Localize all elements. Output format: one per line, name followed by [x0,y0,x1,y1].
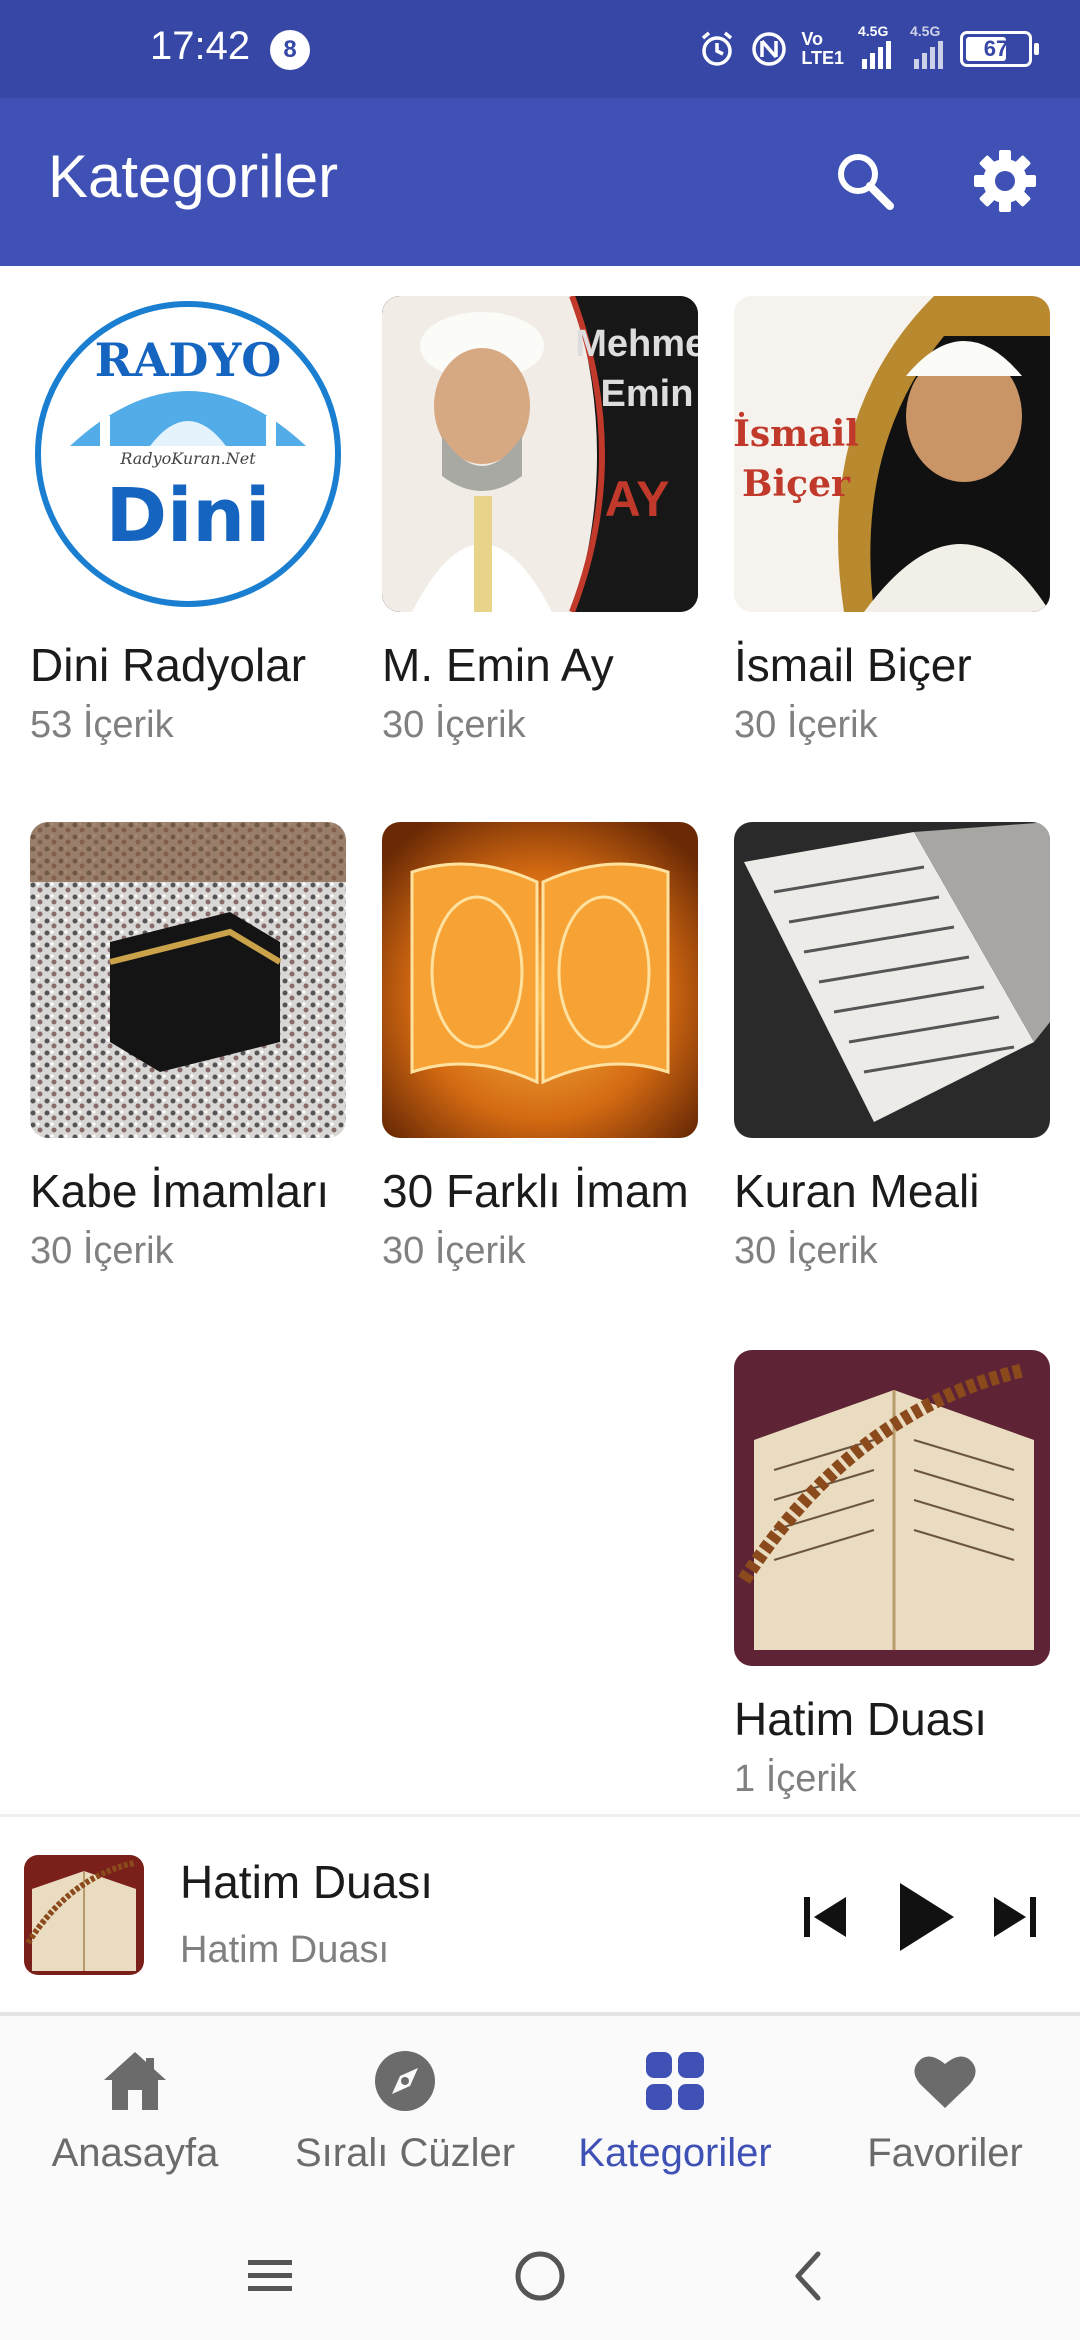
menu-icon[interactable] [240,2246,300,2306]
category-thumbnail: Mehmet Emin AY [382,296,698,612]
category-count: 30 İçerik [382,1230,526,1272]
battery-level: 67 [983,36,1009,61]
category-card[interactable]: İsmail Biçer İsmail Biçer 30 İçerik [734,296,1050,747]
notification-badge: 8 [270,30,310,70]
logo-text-main: Dini [106,473,271,559]
status-time: 17:42 [150,24,251,68]
nav-label: Favoriler [867,2131,1023,2175]
app-bar: Kategoriler [0,98,1080,266]
nav-label: Anasayfa [51,2131,219,2175]
heart-icon [914,2056,976,2108]
category-title: M. Emin Ay [382,639,614,691]
status-icons: Vo LTE1 4.5G 4.5G 67 [697,22,1039,76]
nav-item-ordered-juz[interactable]: Sıralı Cüzler [270,2046,540,2176]
search-icon[interactable] [830,146,900,216]
category-card[interactable]: Hatim Duası 1 İçerik [734,1350,1050,1801]
category-count: 30 İçerik [734,1230,878,1272]
skip-previous-icon[interactable] [800,1887,850,1947]
category-card[interactable]: RADYO RadyoKuran.Net Dini Dini Radyolar … [30,296,346,747]
signal-icon-1: 4.5G [856,23,896,71]
nav-item-favorites[interactable]: Favoriler [810,2046,1080,2176]
volte-indicator: Vo LTE1 [801,30,844,68]
signal-icon-2: 4.5G [908,23,948,71]
settings-icon[interactable] [970,146,1040,216]
category-thumbnail [734,822,1050,1138]
category-count: 30 İçerik [30,1230,174,1272]
category-count: 53 İçerik [30,704,174,746]
back-icon[interactable] [780,2246,840,2306]
nav-item-home[interactable]: Anasayfa [0,2046,270,2176]
category-card[interactable]: Kuran Meali 30 İçerik [734,822,1050,1273]
category-title: Kabe İmamları [30,1165,330,1217]
category-count: 30 İçerik [734,704,878,746]
category-thumbnail [382,822,698,1138]
grid-icon [646,2052,704,2110]
category-title: Dini Radyolar [30,639,307,691]
nav-label: Kategoriler [578,2131,772,2175]
play-icon[interactable] [890,1877,960,1957]
battery-icon: 67 [960,31,1039,67]
category-thumbnail [734,1350,1050,1666]
nav-label: Sıralı Cüzler [294,2131,516,2175]
overlay-text: Mehmet [575,323,698,365]
page-title: Kategoriler [48,143,339,210]
home-button-icon[interactable] [510,2246,570,2306]
category-count: 1 İçerik [734,1758,857,1800]
player-subtitle: Hatim Duası [180,1929,390,1971]
bottom-navigation: Anasayfa Sıralı Cüzler Kategoriler Favor… [0,2016,1080,2206]
category-thumbnail: İsmail Biçer [734,296,1050,612]
volte-label: Vo [801,29,823,49]
category-card[interactable]: Kabe İmamları 30 İçerik [30,822,346,1273]
mini-player[interactable]: Hatim Duası Hatim Duası [0,1814,1080,2016]
skip-next-icon[interactable] [990,1887,1040,1947]
category-title: 30 Farklı İmam [382,1165,689,1217]
nav-item-categories[interactable]: Kategoriler [540,2046,810,2176]
overlay-text: Biçer [742,463,851,505]
category-title: Hatim Duası [734,1693,988,1745]
player-title: Hatim Duası [180,1856,434,1908]
overlay-text: AY [605,471,670,527]
logo-text-mid: RadyoKuran.Net [119,449,256,468]
category-card[interactable]: Mehmet Emin AY M. Emin Ay 30 İçerik [382,296,698,747]
category-card[interactable]: 30 Farklı İmam 30 İçerik [382,822,698,1273]
compass-icon [375,2051,435,2111]
home-icon [104,2052,166,2110]
category-count: 30 İçerik [382,704,526,746]
logo-text-top: RADYO [95,333,282,387]
status-bar: 17:42 8 Vo LTE1 4.5G 4.5G 67 [0,0,1080,98]
overlay-text: İsmail [734,412,859,455]
category-grid: RADYO RadyoKuran.Net Dini Dini Radyolar … [0,266,1080,1806]
category-thumbnail [30,822,346,1138]
nfc-icon [752,32,787,66]
lte-label: LTE1 [801,48,844,68]
category-title: Kuran Meali [734,1165,980,1217]
overlay-text: Emin [601,373,694,415]
player-thumbnail [24,1855,144,1975]
alarm-icon [702,31,733,66]
system-navigation [0,2206,1080,2340]
category-thumbnail: RADYO RadyoKuran.Net Dini [30,296,346,612]
category-title: İsmail Biçer [734,639,972,691]
